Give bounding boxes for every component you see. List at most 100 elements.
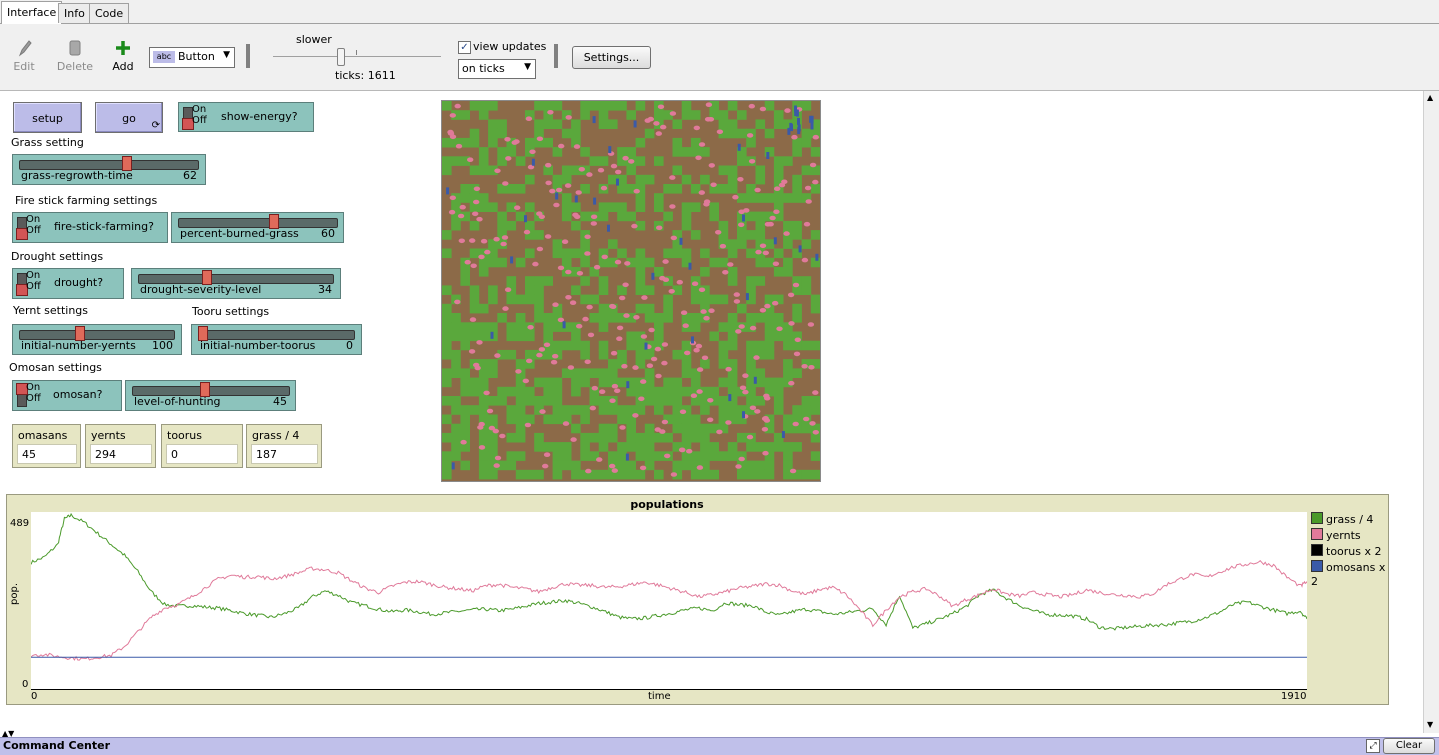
slider-value: 0: [346, 339, 353, 352]
monitor-label: grass / 4: [252, 429, 300, 442]
monitor-grass: grass / 4 187: [246, 424, 322, 468]
switch-on-label: On: [192, 104, 207, 115]
note-yernt: Yernt settings: [13, 304, 89, 317]
forever-icon: ⟳: [151, 120, 160, 131]
slider-name: drought-severity-level: [140, 283, 262, 296]
slider-name: grass-regrowth-time: [21, 169, 133, 182]
switch-on-label: On: [26, 382, 41, 393]
slider-value: 62: [183, 169, 197, 182]
monitor-value: 45: [17, 444, 77, 464]
monitor-value: 0: [166, 444, 238, 464]
y-axis-label: pop.: [9, 583, 20, 605]
x-axis-label: time: [648, 691, 671, 702]
plot-area: [30, 512, 1308, 691]
slider-value: 45: [273, 395, 287, 408]
slider-name: percent-burned-grass: [180, 227, 299, 240]
vertical-scrollbar[interactable]: ▲ ▼: [1423, 91, 1439, 733]
monitor-value: 294: [90, 444, 152, 464]
pencil-icon: [18, 40, 32, 57]
switch-off-label: Off: [26, 281, 41, 292]
legend-omosans: omosans x 2: [1311, 560, 1388, 588]
slider-name: initial-number-toorus: [200, 339, 316, 352]
drought-severity-slider[interactable]: drought-severity-level 34: [131, 268, 341, 299]
grass-patches: [442, 101, 820, 480]
slider-name: level-of-hunting: [134, 395, 221, 408]
drought-switch[interactable]: On Off drought?: [12, 268, 124, 299]
percent-burned-slider[interactable]: percent-burned-grass 60: [171, 212, 344, 243]
monitor-label: yernts: [91, 429, 126, 442]
tab-interface[interactable]: Interface: [1, 1, 63, 24]
plot-canvas: [30, 512, 1308, 691]
grass-regrowth-slider[interactable]: grass-regrowth-time 62: [12, 154, 206, 185]
scroll-down-icon[interactable]: ▼: [1427, 720, 1433, 729]
command-center-bar: Command Center ⤢ Clear: [0, 737, 1439, 755]
go-button[interactable]: go ⟳: [95, 102, 163, 133]
clear-button[interactable]: Clear: [1383, 738, 1435, 754]
update-mode-select[interactable]: on ticks ▼: [458, 59, 536, 79]
maximize-icon[interactable]: ⤢: [1366, 739, 1380, 753]
show-energy-switch[interactable]: On Off show-energy?: [178, 102, 314, 132]
update-mode-value: on ticks: [462, 62, 505, 75]
toolbar-divider: [246, 44, 250, 68]
series-line-1: [30, 560, 1308, 661]
legend-yernts: yernts: [1311, 528, 1361, 542]
switch-on-label: On: [26, 270, 41, 281]
legend-toorus: toorus x 2: [1311, 544, 1382, 558]
add-label: Add: [112, 60, 134, 73]
speed-slider-track[interactable]: [273, 56, 441, 57]
delete-button[interactable]: Delete: [55, 38, 95, 73]
initial-yernts-slider[interactable]: initial-number-yernts 100: [12, 324, 182, 355]
toolbar-divider: [554, 44, 558, 68]
view-updates-checkbox[interactable]: ✓: [458, 41, 471, 54]
note-grass-setting: Grass setting: [11, 136, 84, 149]
switch-on-label: On: [26, 214, 41, 225]
plus-icon: [116, 41, 130, 55]
button-widget-icon: abc: [153, 51, 175, 63]
delete-label: Delete: [56, 60, 94, 73]
edit-button[interactable]: Edit: [4, 38, 44, 73]
populations-plot: populations 489 0 pop. 0 time 1910 grass…: [6, 494, 1389, 705]
hunting-level-slider[interactable]: level-of-hunting 45: [125, 380, 296, 411]
slider-value: 34: [318, 283, 332, 296]
trash-icon: [69, 40, 81, 56]
switch-name: show-energy?: [221, 110, 298, 123]
view-updates-label: view updates: [473, 40, 547, 53]
widget-type-value: Button: [178, 50, 215, 63]
speed-slider-tick: [356, 50, 357, 55]
switch-name: fire-stick-farming?: [54, 220, 154, 233]
series-line-0: [30, 512, 1308, 631]
setup-button[interactable]: setup: [13, 102, 82, 133]
monitor-label: toorus: [167, 429, 202, 442]
switch-off-label: Off: [26, 393, 41, 404]
tab-info[interactable]: Info: [58, 3, 91, 23]
widget-type-select[interactable]: abc Button ▼: [149, 47, 235, 68]
speed-slider-handle[interactable]: [337, 48, 345, 66]
omosan-switch[interactable]: On Off omosan?: [12, 380, 122, 411]
edit-label: Edit: [13, 60, 35, 73]
initial-toorus-slider[interactable]: initial-number-toorus 0: [191, 324, 362, 355]
chevron-down-icon: ▼: [524, 62, 531, 72]
speed-label: slower: [296, 33, 332, 46]
legend-swatch: [1311, 512, 1323, 524]
legend-grass: grass / 4: [1311, 512, 1373, 526]
y-tick-label: 0: [22, 679, 29, 690]
world-view[interactable]: [441, 100, 821, 482]
setup-label: setup: [32, 112, 63, 125]
x-tick-label: 1910: [1281, 691, 1307, 702]
slider-value: 60: [321, 227, 335, 240]
monitor-value: 187: [251, 444, 318, 464]
settings-button[interactable]: Settings...: [572, 46, 651, 69]
ticks-counter: ticks: 1611: [335, 69, 396, 82]
x-tick-label: 0: [31, 691, 38, 702]
toolbar: Edit Delete Add abc Button ▼ slower tick…: [0, 24, 1439, 91]
chevron-down-icon: ▼: [223, 50, 230, 60]
tab-code[interactable]: Code: [89, 3, 130, 23]
scroll-up-icon[interactable]: ▲: [1427, 93, 1433, 102]
monitor-toorus: toorus 0: [161, 424, 243, 468]
switch-name: drought?: [54, 276, 104, 289]
legend-label: toorus x 2: [1326, 545, 1382, 558]
legend-swatch: [1311, 560, 1323, 572]
add-button[interactable]: Add: [103, 38, 143, 73]
slider-value: 100: [152, 339, 173, 352]
fire-stick-farming-switch[interactable]: On Off fire-stick-farming?: [12, 212, 168, 243]
